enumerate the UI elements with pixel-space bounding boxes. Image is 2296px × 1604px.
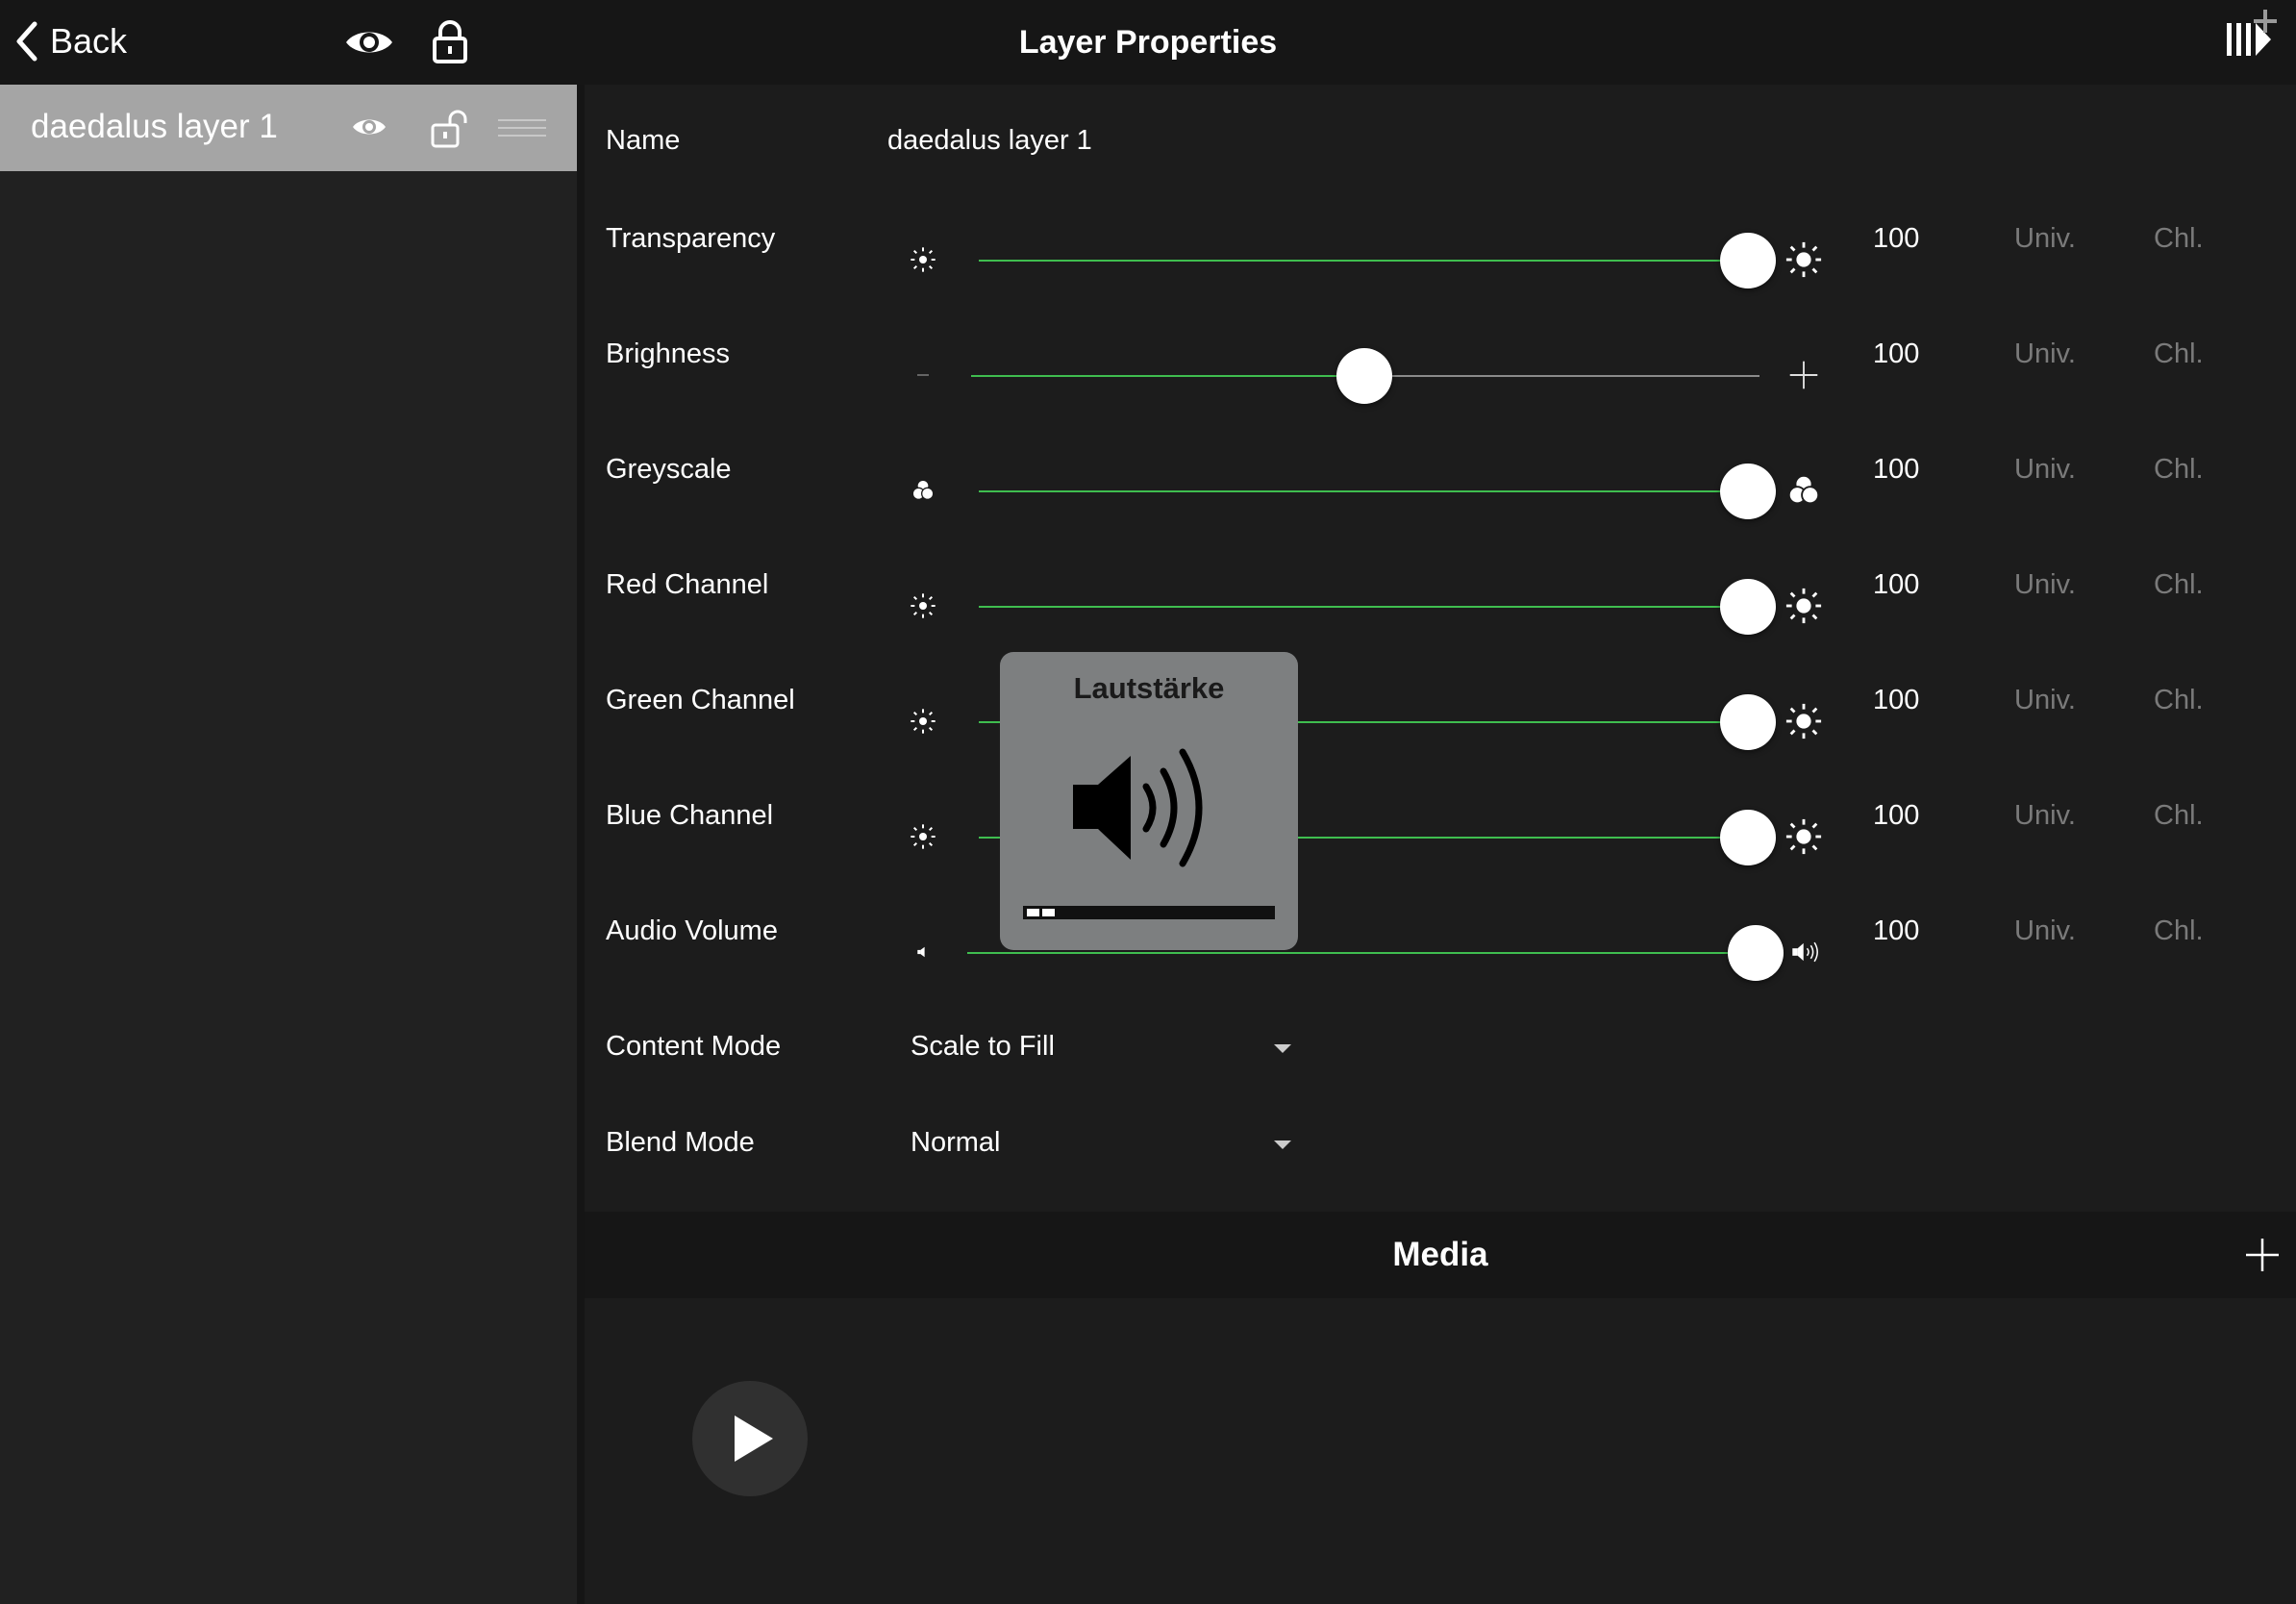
- chl-button[interactable]: Chl.: [2154, 685, 2204, 716]
- sun-small-icon: [911, 709, 936, 734]
- chl-button[interactable]: Chl.: [2154, 223, 2204, 255]
- chl-button[interactable]: Chl.: [2154, 569, 2204, 601]
- slider-thumb[interactable]: [1720, 579, 1776, 635]
- slider-value: 100: [1873, 338, 1920, 369]
- eye-icon[interactable]: [352, 113, 387, 140]
- slider-label: Red Channel: [606, 569, 769, 600]
- name-label: Name: [606, 125, 681, 156]
- top-bar: Back Layer Properties: [0, 0, 2296, 85]
- blend-mode-row: Blend Mode Normal: [585, 1123, 2296, 1181]
- blend-mode-value: Normal: [911, 1127, 1001, 1158]
- media-title: Media: [1392, 1236, 1488, 1273]
- slider-label: Greyscale: [606, 454, 732, 485]
- speaker-high-icon: [1073, 748, 1203, 867]
- caret-down-icon: [1274, 1044, 1291, 1053]
- slider-value: 100: [1873, 685, 1920, 715]
- volume-overlay: Lautstärke: [1000, 652, 1298, 950]
- speaker-low-icon: [917, 946, 925, 958]
- caret-down-icon: [1274, 1140, 1291, 1149]
- slider-row-transparency: Transparency 100 Univ. Chl.: [585, 223, 2296, 329]
- slider-value: 100: [1873, 223, 1920, 254]
- color-circles-large-icon: [1787, 474, 1820, 505]
- slider-value: 100: [1873, 569, 1920, 600]
- slider-row-blue-channel: Blue Channel 100 Univ. Chl.: [585, 800, 2296, 906]
- sun-large-icon: [1785, 703, 1822, 739]
- slider-thumb[interactable]: [1720, 810, 1776, 865]
- color-circles-small-icon: [911, 479, 935, 500]
- univ-button[interactable]: Univ.: [2014, 800, 2076, 832]
- slider-label: Green Channel: [606, 685, 795, 715]
- layer-list-item[interactable]: daedalus layer 1: [0, 85, 577, 171]
- sun-small-icon: [911, 593, 936, 618]
- content-mode-select[interactable]: Scale to Fill: [899, 1027, 1303, 1075]
- slider-row-brighness: Brighness 100 Univ. Chl.: [585, 338, 2296, 444]
- slider-label: Audio Volume: [606, 915, 778, 946]
- univ-button[interactable]: Univ.: [2014, 685, 2076, 716]
- slider-label: Brighness: [606, 338, 730, 369]
- slider-value: 100: [1873, 800, 1920, 831]
- eye-icon[interactable]: [344, 21, 394, 63]
- chl-button[interactable]: Chl.: [2154, 800, 2204, 832]
- content-mode-label: Content Mode: [606, 1031, 782, 1062]
- chl-button[interactable]: Chl.: [2154, 915, 2204, 947]
- slider-label: Blue Channel: [606, 800, 774, 831]
- volume-level-bar: [1023, 906, 1275, 919]
- layer-name: daedalus layer 1: [31, 108, 278, 145]
- slider-fill: [979, 606, 1759, 608]
- sun-large-icon: [1785, 818, 1822, 855]
- layer-sidebar: daedalus layer 1: [0, 85, 585, 1604]
- volume-level-segment: [1042, 909, 1055, 916]
- plus-icon: [1789, 361, 1818, 389]
- univ-button[interactable]: Univ.: [2014, 569, 2076, 601]
- slider-row-audio-volume: Audio Volume 100 Univ. Chl.: [585, 915, 2296, 1021]
- slider-row-red-channel: Red Channel 100 Univ. Chl.: [585, 569, 2296, 675]
- sidebar-divider: [577, 85, 585, 1604]
- sun-small-icon: [911, 824, 936, 849]
- slider-fill: [971, 375, 1365, 377]
- chl-button[interactable]: Chl.: [2154, 454, 2204, 486]
- sun-small-icon: [911, 247, 936, 272]
- name-field[interactable]: daedalus layer 1: [887, 125, 1092, 157]
- slider-fill: [979, 490, 1759, 492]
- slider-row-greyscale: Greyscale 100 Univ. Chl.: [585, 454, 2296, 560]
- volume-overlay-title: Lautstärke: [1073, 671, 1225, 705]
- chevron-left-icon: [16, 21, 37, 62]
- speaker-high-icon: [1792, 941, 1818, 963]
- chl-button[interactable]: Chl.: [2154, 338, 2204, 370]
- sun-large-icon: [1785, 241, 1822, 278]
- slider-thumb[interactable]: [1720, 694, 1776, 750]
- play-icon: [735, 1416, 773, 1462]
- media-header: Media: [585, 1212, 2296, 1298]
- slider-value: 100: [1873, 915, 1920, 946]
- univ-button[interactable]: Univ.: [2014, 454, 2076, 486]
- univ-button[interactable]: Univ.: [2014, 223, 2076, 255]
- lock-icon[interactable]: [431, 19, 469, 65]
- blend-mode-label: Blend Mode: [606, 1127, 755, 1158]
- univ-button[interactable]: Univ.: [2014, 915, 2076, 947]
- volume-level-segment: [1027, 909, 1039, 916]
- slider-row-green-channel: Green Channel 100 Univ. Chl.: [585, 685, 2296, 790]
- slider-thumb[interactable]: [1728, 925, 1784, 981]
- play-button[interactable]: [692, 1381, 808, 1496]
- minus-icon: [917, 374, 929, 376]
- content-mode-row: Content Mode Scale to Fill: [585, 1027, 2296, 1085]
- blend-mode-select[interactable]: Normal: [899, 1123, 1303, 1171]
- back-button[interactable]: Back: [13, 17, 127, 65]
- content-mode-value: Scale to Fill: [911, 1031, 1055, 1062]
- add-layer-icon[interactable]: [2221, 10, 2284, 63]
- back-label: Back: [50, 21, 128, 61]
- slider-thumb[interactable]: [1720, 233, 1776, 288]
- slider-fill: [979, 260, 1759, 262]
- slider-thumb[interactable]: [1336, 348, 1392, 404]
- slider-thumb[interactable]: [1720, 464, 1776, 519]
- sun-large-icon: [1785, 588, 1822, 624]
- plus-icon[interactable]: [2242, 1235, 2283, 1275]
- slider-value: 100: [1873, 454, 1920, 485]
- slider-label: Transparency: [606, 223, 776, 254]
- slider-fill: [967, 952, 1759, 954]
- univ-button[interactable]: Univ.: [2014, 338, 2076, 370]
- unlock-icon[interactable]: [431, 110, 467, 148]
- drag-handle-icon[interactable]: [498, 117, 546, 138]
